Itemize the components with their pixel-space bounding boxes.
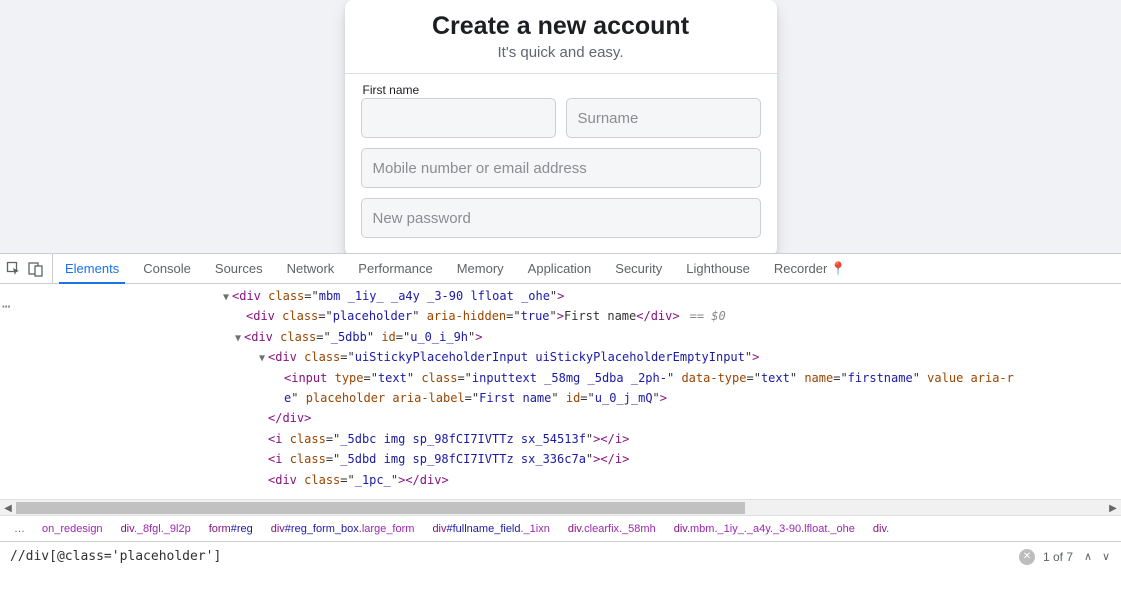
breadcrumb-item-7[interactable]: div.mbm._1iy_._a4y._3-90.lfloat._ohe — [665, 523, 864, 535]
card-header: Create a new account It's quick and easy… — [345, 0, 777, 74]
breadcrumb-item-1[interactable]: on_redesign — [33, 523, 112, 535]
dom-breadcrumb: … on_redesign div._8fgl._9l2p form#reg d… — [0, 515, 1121, 541]
surname-field-wrap — [566, 98, 761, 138]
signup-subtitle: It's quick and easy. — [361, 44, 761, 61]
devtools-panel: Elements Console Sources Network Perform… — [0, 253, 1121, 571]
breadcrumb-item-5[interactable]: div#fullname_field._1ixn — [423, 523, 558, 535]
scroll-left-icon[interactable]: ◀ — [0, 500, 16, 516]
breadcrumb-item-3[interactable]: form#reg — [200, 523, 262, 535]
search-next-icon[interactable]: ∨ — [1097, 548, 1115, 566]
dom-line-2-selected[interactable]: <div class="placeholder" aria-hidden="tr… — [220, 306, 1121, 326]
breadcrumb-item-2[interactable]: div._8fgl._9l2p — [112, 523, 200, 535]
devtools-toolbar: Elements Console Sources Network Perform… — [0, 254, 1121, 284]
dom-line-3[interactable]: ▼<div class="_5dbb" id="u_0_i_9h"> — [220, 327, 1121, 347]
signup-card: Create a new account It's quick and easy… — [345, 0, 777, 253]
dom-line-9[interactable]: <div class="_1pc_"></div> — [220, 470, 1121, 490]
tab-console[interactable]: Console — [131, 254, 203, 283]
search-result-count: 1 of 7 — [1043, 550, 1073, 564]
dom-line-5b[interactable]: e" placeholder aria-label="First name" i… — [220, 388, 1121, 408]
search-input[interactable] — [6, 545, 1019, 568]
card-body: First name — [345, 74, 777, 253]
surname-input[interactable] — [566, 98, 761, 138]
breadcrumb-item-8[interactable]: div. — [864, 523, 898, 535]
search-prev-icon[interactable]: ∧ — [1079, 548, 1097, 566]
breadcrumb-item-4[interactable]: div#reg_form_box.large_form — [262, 523, 424, 535]
dom-line-1[interactable]: ▼<div class="mbm _1iy_ _a4y _3-90 lfloat… — [220, 286, 1121, 306]
first-name-field-wrap: First name — [361, 98, 556, 138]
page-upper-background: Create a new account It's quick and easy… — [0, 0, 1121, 253]
scrollbar-thumb[interactable] — [16, 502, 745, 514]
devtools-elements-tree[interactable]: ⋯ ▼<div class="mbm _1iy_ _a4y _3-90 lflo… — [0, 284, 1121, 499]
horizontal-scrollbar[interactable]: ◀ ▶ — [0, 499, 1121, 515]
clear-search-icon[interactable]: ✕ — [1019, 549, 1035, 565]
first-name-input[interactable] — [361, 98, 556, 138]
tab-application[interactable]: Application — [516, 254, 604, 283]
tab-security[interactable]: Security — [603, 254, 674, 283]
devtools-search-bar: ✕ 1 of 7 ∧ ∨ — [0, 541, 1121, 571]
dom-line-8[interactable]: <i class="_5dbd img sp_98fCI7IVTTz sx_33… — [220, 449, 1121, 469]
tab-recorder[interactable]: Recorder📍 — [762, 254, 859, 283]
tab-elements[interactable]: Elements — [53, 254, 131, 283]
dom-lines: ▼<div class="mbm _1iy_ _a4y _3-90 lfloat… — [0, 284, 1121, 490]
inspect-element-icon[interactable] — [6, 261, 22, 277]
scroll-right-icon[interactable]: ▶ — [1105, 500, 1121, 516]
device-toggle-icon[interactable] — [28, 261, 44, 277]
dom-line-5a[interactable]: <input type="text" class="inputtext _58m… — [220, 368, 1121, 388]
breadcrumb-dots-icon[interactable]: … — [6, 523, 33, 535]
dom-line-6[interactable]: </div> — [220, 408, 1121, 428]
tab-network[interactable]: Network — [275, 254, 347, 283]
first-name-label: First name — [363, 83, 420, 97]
tab-memory[interactable]: Memory — [445, 254, 516, 283]
dom-line-4[interactable]: ▼<div class="uiStickyPlaceholderInput ui… — [220, 347, 1121, 367]
tab-performance[interactable]: Performance — [346, 254, 444, 283]
pin-icon: 📍 — [830, 261, 846, 277]
contact-input[interactable] — [361, 148, 761, 188]
side-dots-icon: ⋯ — [2, 302, 10, 312]
tab-lighthouse[interactable]: Lighthouse — [674, 254, 762, 283]
password-input[interactable] — [361, 198, 761, 238]
signup-title: Create a new account — [361, 10, 761, 42]
tab-sources[interactable]: Sources — [203, 254, 275, 283]
breadcrumb-item-6[interactable]: div.clearfix._58mh — [559, 523, 665, 535]
dom-line-7[interactable]: <i class="_5dbc img sp_98fCI7IVTTz sx_54… — [220, 429, 1121, 449]
